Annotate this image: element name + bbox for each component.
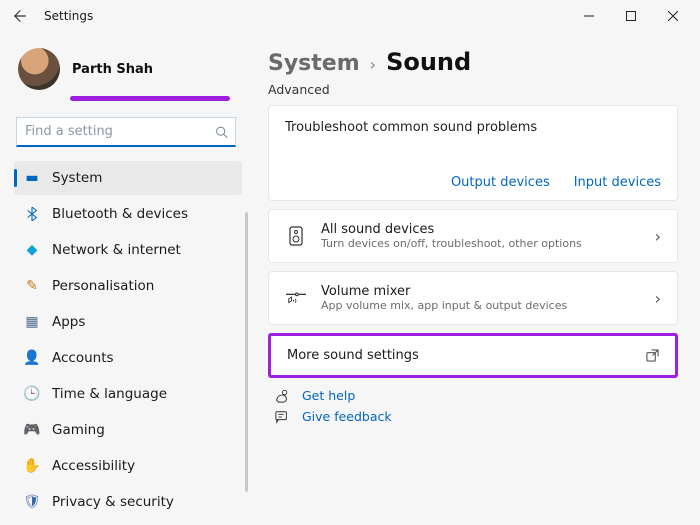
link-label: Give feedback: [302, 409, 392, 424]
sidebar-item-accessibility[interactable]: ✋ Accessibility: [14, 449, 242, 483]
maximize-icon: [626, 11, 636, 21]
sidebar-item-label: Network & internet: [52, 242, 181, 258]
minimize-button[interactable]: [568, 2, 610, 30]
gamepad-icon: 🎮: [24, 422, 40, 438]
breadcrumb: System › Sound: [268, 48, 678, 76]
breadcrumb-parent[interactable]: System: [268, 51, 360, 76]
annotation-underline: [70, 96, 230, 101]
output-devices-button[interactable]: Output devices: [451, 175, 550, 190]
sidebar-item-apps[interactable]: ▦ Apps: [14, 305, 242, 339]
sidebar-item-label: Time & language: [52, 386, 167, 402]
get-help-link[interactable]: Get help: [274, 388, 678, 403]
chevron-right-icon: ›: [655, 227, 661, 246]
search-input[interactable]: [16, 117, 236, 147]
window-controls: [568, 2, 694, 30]
sidebar-item-accounts[interactable]: 👤 Accounts: [14, 341, 242, 375]
settings-window: Settings Parth Shah ▬ System: [0, 0, 700, 525]
display-icon: ▬: [24, 170, 40, 186]
troubleshoot-card: Troubleshoot common sound problems Outpu…: [268, 105, 678, 201]
sidebar-item-personalisation[interactable]: ✎ Personalisation: [14, 269, 242, 303]
person-icon: 👤: [24, 350, 40, 366]
input-devices-button[interactable]: Input devices: [574, 175, 661, 190]
back-button[interactable]: [6, 2, 34, 30]
maximize-button[interactable]: [610, 2, 652, 30]
row-title: Volume mixer: [321, 284, 641, 299]
chevron-right-icon: ›: [655, 289, 661, 308]
apps-icon: ▦: [24, 314, 40, 330]
sidebar: Parth Shah ▬ System Bluetooth & d: [0, 32, 250, 525]
sidebar-item-label: Bluetooth & devices: [52, 206, 188, 222]
speaker-icon: [285, 226, 307, 246]
link-label: Get help: [302, 388, 355, 403]
chevron-right-icon: ›: [370, 55, 376, 74]
help-icon: [274, 389, 290, 403]
sidebar-item-bluetooth[interactable]: Bluetooth & devices: [14, 197, 242, 231]
sidebar-item-label: Accessibility: [52, 458, 135, 474]
close-icon: [668, 11, 678, 21]
bluetooth-icon: [24, 206, 40, 222]
mixer-icon: [285, 291, 307, 305]
avatar: [18, 48, 60, 90]
minimize-icon: [584, 11, 594, 21]
more-sound-settings-row[interactable]: More sound settings: [271, 336, 675, 375]
search-field-wrap: [16, 117, 236, 147]
sidebar-item-system[interactable]: ▬ System: [14, 161, 242, 195]
sidebar-item-time-language[interactable]: 🕒 Time & language: [14, 377, 242, 411]
sidebar-item-network[interactable]: ◆ Network & internet: [14, 233, 242, 267]
volume-mixer-row[interactable]: Volume mixer App volume mix, app input &…: [268, 271, 678, 325]
row-subtitle: App volume mix, app input & output devic…: [321, 299, 641, 312]
give-feedback-link[interactable]: Give feedback: [274, 409, 678, 424]
row-title: All sound devices: [321, 222, 641, 237]
arrow-left-icon: [13, 9, 27, 23]
annotation-highlight: More sound settings: [268, 333, 678, 378]
footer-links: Get help Give feedback: [268, 388, 678, 424]
search-icon: [215, 126, 228, 139]
accessibility-icon: ✋: [24, 458, 40, 474]
sidebar-item-gaming[interactable]: 🎮 Gaming: [14, 413, 242, 447]
shield-icon: 🛡: [24, 494, 40, 510]
brush-icon: ✎: [24, 278, 40, 294]
sidebar-item-label: Apps: [52, 314, 85, 330]
sidebar-item-privacy[interactable]: 🛡 Privacy & security: [14, 485, 242, 519]
sidebar-scrollbar[interactable]: [245, 212, 248, 492]
profile-block[interactable]: Parth Shah: [14, 42, 242, 94]
all-sound-devices-row[interactable]: All sound devices Turn devices on/off, t…: [268, 209, 678, 263]
profile-name: Parth Shah: [72, 62, 153, 77]
troubleshoot-title: Troubleshoot common sound problems: [285, 120, 661, 135]
sidebar-item-label: Privacy & security: [52, 494, 174, 510]
external-link-icon: [646, 349, 659, 362]
sidebar-nav: ▬ System Bluetooth & devices ◆ Network &…: [14, 161, 242, 519]
titlebar: Settings: [0, 0, 700, 32]
feedback-icon: [274, 410, 290, 424]
sidebar-item-label: Gaming: [52, 422, 105, 438]
breadcrumb-current: Sound: [386, 48, 471, 76]
main-content: System › Sound Advanced Troubleshoot com…: [250, 32, 700, 525]
section-heading: Advanced: [268, 82, 678, 97]
window-title: Settings: [44, 9, 93, 23]
close-button[interactable]: [652, 2, 694, 30]
sidebar-item-label: Accounts: [52, 350, 114, 366]
sidebar-item-label: System: [52, 170, 102, 186]
sidebar-item-label: Personalisation: [52, 278, 154, 294]
row-title: More sound settings: [287, 348, 632, 363]
clock-icon: 🕒: [24, 386, 40, 402]
row-subtitle: Turn devices on/off, troubleshoot, other…: [321, 237, 641, 250]
wifi-icon: ◆: [24, 242, 40, 258]
